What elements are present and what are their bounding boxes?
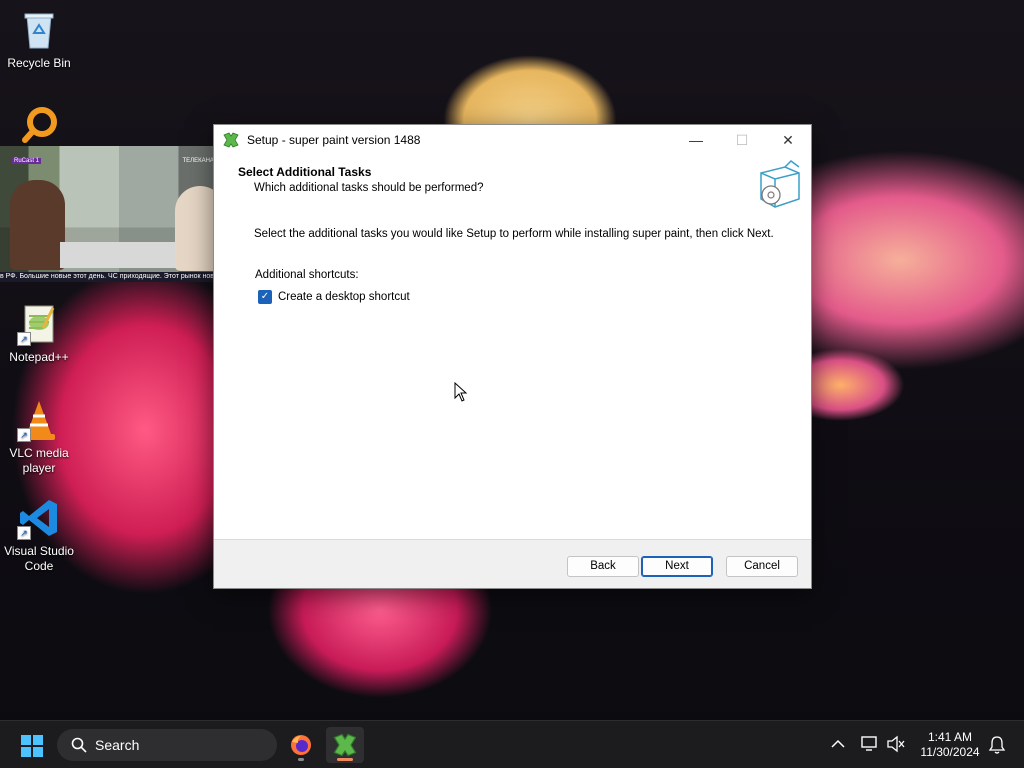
system-clock[interactable]: 1:41 AM 11/30/2024 [910,730,990,760]
video-person-left [10,180,65,270]
shortcut-arrow-icon: ↗ [17,428,31,442]
minimize-icon: — [689,132,703,148]
vscode-icon: ↗ [17,496,61,540]
search-label: Search [95,737,140,753]
setup-window: Setup - super paint version 1488 — ☐ ✕ S… [213,124,812,589]
shortcut-arrow-icon: ↗ [17,526,31,540]
desktop-icon-label: Notepad++ [9,350,69,364]
desktop-shortcut-label[interactable]: Create a desktop shortcut [278,291,410,303]
desktop-icon-label: Visual Studio Code [4,544,74,573]
chevron-up-icon[interactable] [831,739,845,749]
cancel-button[interactable]: Cancel [726,556,798,577]
clock-date: 11/30/2024 [920,745,980,759]
window-title: Setup - super paint version 1488 [247,133,421,147]
close-button[interactable]: ✕ [765,125,811,155]
video-table [60,242,180,268]
app-running-indicator [298,758,304,761]
notepadpp-icon: ↗ [17,302,61,346]
next-button[interactable]: Next [641,556,713,577]
desktop-icon-notepadpp[interactable]: ↗ Notepad++ [0,302,78,365]
mouse-cursor-icon [454,382,468,402]
taskbar-search[interactable]: Search [57,729,277,761]
magnifier-app-icon [17,104,61,144]
wizard-page: Select Additional Tasks Which additional… [214,155,811,539]
instructions-text: Select the additional tasks you would li… [254,228,774,240]
video-logo-left: RuCast 1 [12,158,42,164]
desktop-shortcut-checkbox[interactable]: ✓ [258,290,272,304]
desktop-shortcut-option[interactable]: ✓ Create a desktop shortcut [258,290,410,304]
vlc-cone-icon: ↗ [17,398,61,442]
desktop-icon-recycle-bin[interactable]: Recycle Bin [0,8,78,71]
taskbar: Search 1:41 AM 11/30/2024 [0,720,1024,768]
back-button[interactable]: Back [567,556,639,577]
clock-time: 1:41 AM [927,730,973,744]
maximize-icon: ☐ [735,131,749,148]
app-active-indicator [337,758,353,761]
desktop-icon-search-app[interactable] [0,104,78,148]
wizard-footer: Back Next Cancel [214,540,811,588]
desktop-icon-vlc[interactable]: ↗ VLC media player [0,398,78,476]
volume-muted-icon[interactable] [886,735,906,753]
desktop-icon-vscode[interactable]: ↗ Visual Studio Code [0,496,78,574]
video-overlay[interactable]: RuCast 1 ТЕЛЕКАНАЛ в РФ. Большие новые э… [0,146,238,282]
desktop-icon-label: Recycle Bin [7,56,71,70]
setup-app-icon [333,733,357,757]
search-icon [71,737,87,753]
recycle-bin-icon [17,8,61,52]
taskbar-firefox[interactable] [282,727,320,763]
shortcuts-group-label: Additional shortcuts: [255,269,359,281]
maximize-button[interactable]: ☐ [719,125,765,155]
installer-box-icon [760,160,800,208]
setup-app-icon [223,132,239,148]
close-icon: ✕ [782,131,794,148]
title-bar[interactable]: Setup - super paint version 1488 — ☐ ✕ [214,125,811,155]
shortcut-arrow-icon: ↗ [17,332,31,346]
page-subheading: Which additional tasks should be perform… [254,182,484,194]
start-windows-icon[interactable] [20,734,44,758]
firefox-icon [291,735,311,755]
desktop-icon-label: VLC media player [9,446,69,475]
page-heading: Select Additional Tasks [238,165,372,179]
notification-bell-icon[interactable] [988,735,1006,755]
video-news-ticker: в РФ. Большие новые этот день. ЧС приход… [0,272,238,282]
network-icon[interactable] [860,735,880,753]
minimize-button[interactable]: — [673,125,719,155]
taskbar-setup[interactable] [326,727,364,763]
